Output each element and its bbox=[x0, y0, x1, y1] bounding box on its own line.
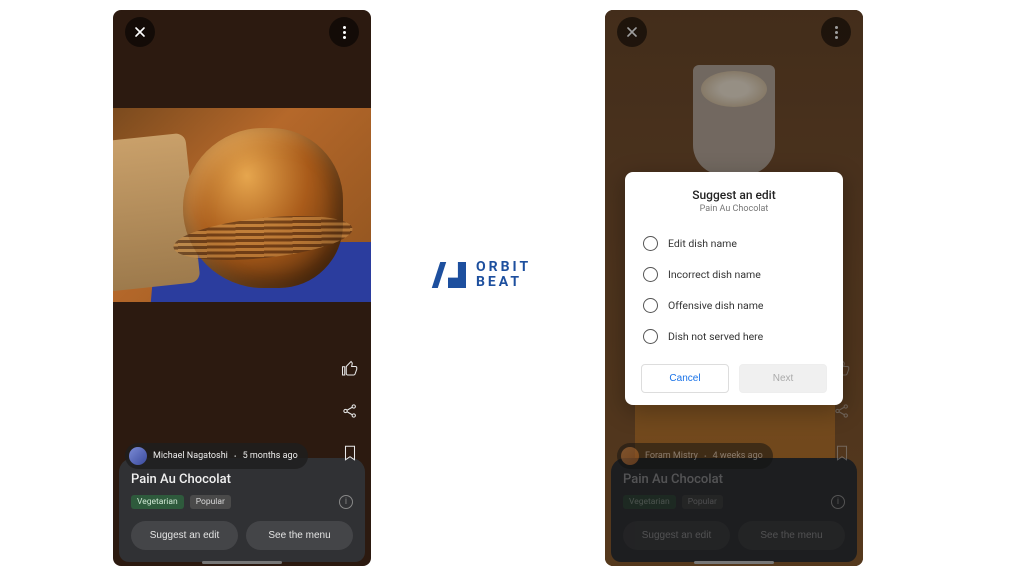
share-icon bbox=[341, 402, 359, 420]
more-button[interactable] bbox=[329, 17, 359, 47]
tag-vegetarian: Vegetarian bbox=[131, 495, 184, 509]
radio-icon bbox=[643, 267, 658, 282]
radio-icon bbox=[643, 298, 658, 313]
info-icon[interactable]: i bbox=[339, 495, 353, 509]
avatar bbox=[129, 447, 147, 465]
dialog-title: Suggest an edit bbox=[641, 188, 827, 202]
phone-left: Michael Nagatoshi • 5 months ago Pain Au… bbox=[113, 10, 371, 566]
cancel-button[interactable]: Cancel bbox=[641, 364, 729, 393]
next-button: Next bbox=[739, 364, 827, 393]
radio-icon bbox=[643, 236, 658, 251]
tags: Vegetarian Popular i bbox=[131, 495, 353, 509]
radio-icon bbox=[643, 329, 658, 344]
tag-popular: Popular bbox=[190, 495, 231, 509]
suggest-edit-button[interactable]: Suggest an edit bbox=[131, 521, 238, 550]
nav-handle[interactable] bbox=[694, 561, 774, 564]
dish-photo bbox=[113, 108, 371, 302]
bookmark-button[interactable] bbox=[339, 442, 361, 464]
dialog-subtitle: Pain Au Chocolat bbox=[641, 204, 827, 214]
like-button[interactable] bbox=[339, 358, 361, 380]
author-name: Michael Nagatoshi bbox=[153, 451, 228, 461]
watermark-logo: ORBIT BEAT bbox=[436, 260, 596, 290]
logo-line1: ORBIT bbox=[476, 260, 531, 275]
close-icon bbox=[132, 24, 148, 40]
attribution[interactable]: Michael Nagatoshi • 5 months ago bbox=[125, 443, 308, 469]
nav-handle[interactable] bbox=[202, 561, 282, 564]
share-button[interactable] bbox=[339, 400, 361, 422]
logo-line2: BEAT bbox=[476, 275, 531, 290]
thumbs-up-icon bbox=[341, 360, 359, 378]
option-not-served[interactable]: Dish not served here bbox=[641, 321, 827, 352]
info-panel: Pain Au Chocolat Vegetarian Popular i Su… bbox=[119, 458, 365, 562]
side-actions bbox=[339, 358, 361, 464]
option-incorrect-name[interactable]: Incorrect dish name bbox=[641, 259, 827, 290]
see-menu-button[interactable]: See the menu bbox=[246, 521, 353, 550]
logo-icon bbox=[436, 260, 466, 290]
option-offensive-name[interactable]: Offensive dish name bbox=[641, 290, 827, 321]
topbar bbox=[113, 10, 371, 54]
phone-right: Foram Mistry • 4 weeks ago Pain Au Choco… bbox=[605, 10, 863, 566]
option-edit-name[interactable]: Edit dish name bbox=[641, 228, 827, 259]
more-icon bbox=[343, 26, 346, 39]
post-age: 5 months ago bbox=[243, 451, 298, 461]
bookmark-icon bbox=[341, 444, 359, 462]
suggest-edit-dialog: Suggest an edit Pain Au Chocolat Edit di… bbox=[625, 172, 843, 405]
dish-title: Pain Au Chocolat bbox=[131, 472, 353, 487]
close-button[interactable] bbox=[125, 17, 155, 47]
